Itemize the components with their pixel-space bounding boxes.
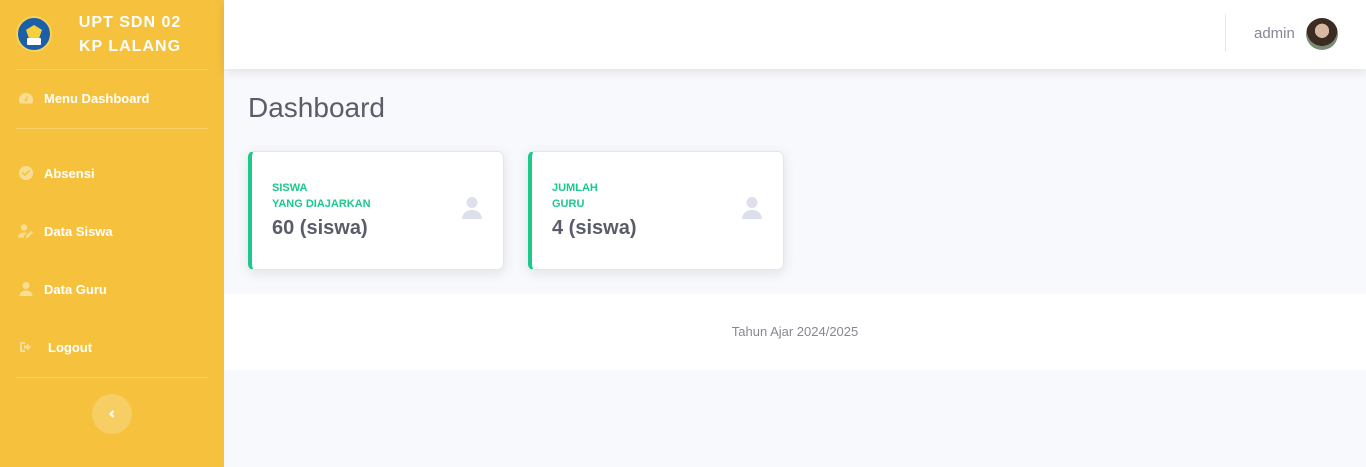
user-edit-icon [18,223,34,239]
user-avatar[interactable] [1306,18,1338,50]
sidebar: UPT SDN 02 KP LALANG Menu Dashboard Abse… [0,0,224,467]
card-label-line1: JUMLAH [552,182,598,194]
brand-title-line2: KP LALANG [78,38,182,55]
sidebar-item-label: Logout [48,339,93,355]
sidebar-item-data-guru[interactable]: Data Guru [0,274,224,304]
card-label-line2: GURU [552,198,585,210]
footer: Tahun Ajar 2024/2025 [224,294,1366,370]
sidebar-item-label: Absensi [44,165,95,181]
card-value: 60 (siswa) [272,217,368,239]
sidebar-item-label: Menu Dashboard [44,90,150,106]
card-label-line1: SISWA [272,182,308,194]
sidebar-item-data-siswa[interactable]: Data Siswa [0,216,224,246]
brand-title-line1: UPT SDN 02 [78,14,182,31]
check-circle-icon [18,165,34,181]
chevron-left-icon [108,410,115,418]
topbar-divider [1225,14,1226,52]
sidebar-item-logout[interactable]: Logout [0,332,224,362]
card-value: 4 (siswa) [552,217,637,239]
stat-card-siswa: SISWA YANG DIAJARKAN 60 (siswa) [248,151,504,270]
sidebar-divider [16,128,208,129]
card-label: JUMLAH GURU [552,180,598,212]
school-logo-icon [16,16,52,52]
brand[interactable]: UPT SDN 02 KP LALANG [0,0,224,70]
sidebar-toggle-button[interactable] [92,394,132,434]
page-title: Dashboard [248,92,385,123]
footer-text: Tahun Ajar 2024/2025 [731,324,859,339]
sidebar-divider [16,69,208,70]
sidebar-divider [16,377,208,378]
card-label: SISWA YANG DIAJARKAN [272,180,371,212]
card-label-line2: YANG DIAJARKAN [272,198,371,210]
brand-title: UPT SDN 02 KP LALANG [60,11,200,59]
sign-out-icon [18,339,34,355]
user-icon [461,196,483,220]
sidebar-item-dashboard[interactable]: Menu Dashboard [0,83,224,113]
user-icon [18,281,34,297]
sidebar-item-absensi[interactable]: Absensi [0,158,224,188]
topbar: admin [224,0,1366,69]
tachometer-icon [18,90,34,106]
stat-card-guru: JUMLAH GURU 4 (siswa) [528,151,784,270]
sidebar-item-label: Data Guru [44,281,107,297]
user-icon [741,196,763,220]
sidebar-item-label: Data Siswa [44,223,113,239]
user-name[interactable]: admin [1254,25,1295,42]
